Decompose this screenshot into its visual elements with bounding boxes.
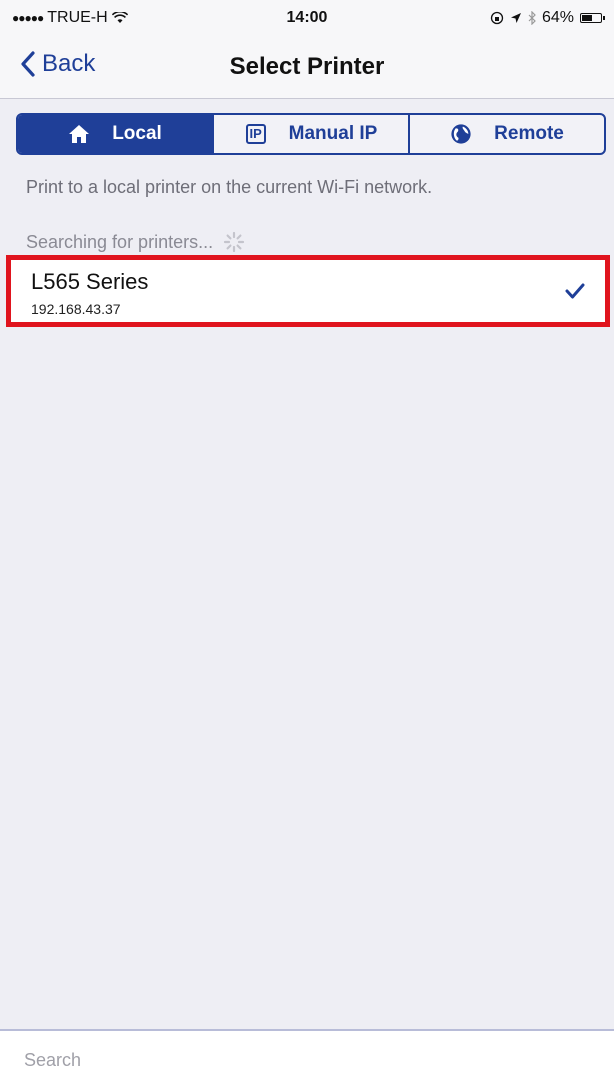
printer-list-item[interactable]: L565 Series 192.168.43.37 [6,255,610,327]
back-button[interactable]: Back [20,50,95,78]
checkmark-icon [565,283,585,299]
segment-manual-ip-label: Manual IP [288,123,378,144]
status-bar: ●●●●● TRUE-H 14:00 64% [0,0,614,36]
printer-name: L565 Series [31,269,149,294]
battery-percent: 64% [541,9,574,26]
signal-icon: ●●●●● [12,11,44,25]
searching-status: Searching for printers... [26,231,245,253]
spinner-icon [223,231,245,253]
bluetooth-icon [528,11,536,25]
battery-fill [582,15,593,21]
segment-local-label: Local [112,123,162,144]
segment-local[interactable]: Local [18,115,214,153]
chevron-left-icon [21,51,35,77]
status-right: 64% [490,9,605,27]
segment-remote-label: Remote [494,123,564,144]
globe-icon [450,123,472,145]
source-segmented-control: Local IP Manual IP Remote [16,113,606,155]
back-label: Back [42,50,96,77]
search-input[interactable] [22,1045,586,1075]
battery-icon [580,13,605,23]
segment-remote[interactable]: Remote [410,115,604,153]
page-title: Select Printer [229,53,385,80]
wifi-icon [111,12,128,23]
status-left: ●●●●● TRUE-H [12,9,490,27]
searching-label: Searching for printers... [26,231,214,252]
search-bar [0,1029,614,1088]
segment-manual-ip[interactable]: IP Manual IP [214,115,410,153]
orientation-lock-icon [490,11,504,25]
home-icon [68,123,90,145]
printer-ip-address: 192.168.43.37 [31,301,121,317]
main-content: Local IP Manual IP Remote Print to a loc… [0,99,614,1029]
ip-icon-text: IP [245,124,266,144]
carrier-label: TRUE-H [47,9,108,26]
navigation-bar: Back Select Printer [0,36,614,99]
local-printer-hint: Print to a local printer on the current … [26,177,433,197]
location-icon [510,13,521,23]
ip-icon: IP [245,123,267,145]
